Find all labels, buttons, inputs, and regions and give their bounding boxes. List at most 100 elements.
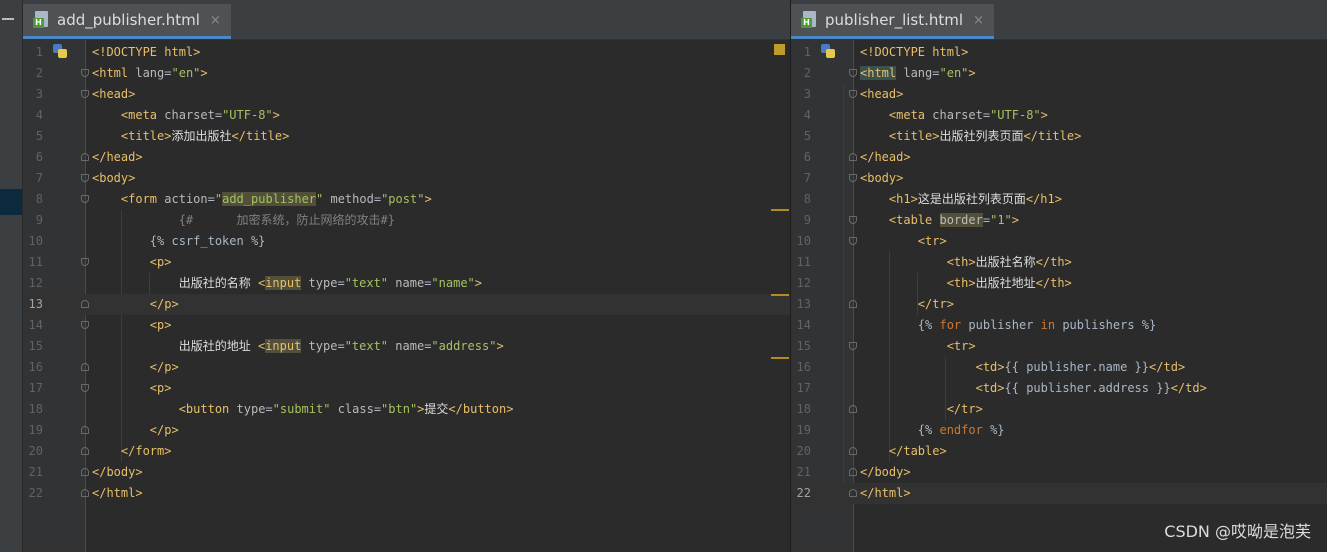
code-line[interactable]: 2 <html lang="en"> <box>23 63 790 84</box>
code-line[interactable]: 17 <td>{{ publisher.address }}</td> <box>791 378 1327 399</box>
code-line[interactable]: 21 </body> <box>791 462 1327 483</box>
code-line[interactable]: 11 <p> <box>23 252 790 273</box>
fold-marker-icon[interactable] <box>81 174 89 182</box>
fold-marker-icon[interactable] <box>81 447 89 455</box>
code-text: <td>{{ publisher.name }}</td> <box>975 360 1186 374</box>
python-template-icon[interactable] <box>53 44 67 58</box>
fold-marker-icon[interactable] <box>81 321 89 329</box>
code-line[interactable]: 15 出版社的地址 <input type="text" name="addre… <box>23 336 790 357</box>
code-line[interactable]: 3 <head> <box>23 84 790 105</box>
code-line[interactable]: 5 <title>添加出版社</title> <box>23 126 790 147</box>
fold-marker-icon[interactable] <box>81 489 89 497</box>
line-number: 10 <box>28 234 43 248</box>
code-line[interactable]: 2 <html lang="en"> <box>791 63 1327 84</box>
code-line[interactable]: 9 {# 加密系统，防止网络的攻击#} <box>23 210 790 231</box>
close-icon[interactable]: × <box>210 13 221 28</box>
code-line[interactable]: 6 </head> <box>791 147 1327 168</box>
code-line[interactable]: 17 <p> <box>23 378 790 399</box>
code-text: </form> <box>120 444 172 458</box>
code-line[interactable]: 1 <!DOCTYPE html> <box>23 42 790 63</box>
line-number: 16 <box>28 360 43 374</box>
fold-marker-icon[interactable] <box>849 468 857 476</box>
code-line[interactable]: 18 <button type="submit" class="btn">提交<… <box>23 399 790 420</box>
code-line[interactable]: 11 <th>出版社名称</th> <box>791 252 1327 273</box>
warning-marker[interactable] <box>771 357 789 359</box>
code-line[interactable]: 3 <head> <box>791 84 1327 105</box>
line-number: 13 <box>28 297 43 311</box>
tab-add-publisher[interactable]: H add_publisher.html × <box>23 4 231 39</box>
code-line[interactable]: 16 </p> <box>23 357 790 378</box>
fold-marker-icon[interactable] <box>81 90 89 98</box>
code-text: <p> <box>149 318 172 332</box>
warning-marker[interactable] <box>771 209 789 211</box>
fold-marker-icon[interactable] <box>849 69 857 77</box>
fold-marker-icon[interactable] <box>81 195 89 203</box>
tool-window-strip <box>0 0 23 552</box>
fold-marker-icon[interactable] <box>849 405 857 413</box>
code-text: <tr> <box>946 339 976 353</box>
code-line[interactable]: 7 <body> <box>23 168 790 189</box>
line-number: 22 <box>28 486 43 500</box>
fold-marker-icon[interactable] <box>849 447 857 455</box>
fold-marker-icon[interactable] <box>849 342 857 350</box>
fold-marker-icon[interactable] <box>81 153 89 161</box>
code-line[interactable]: 14 <p> <box>23 315 790 336</box>
right-code-editor[interactable]: 1 <!DOCTYPE html> 2 <html lang="en"> 3 <head>… <box>791 40 1327 552</box>
code-line[interactable]: 6 </head> <box>23 147 790 168</box>
fold-marker-icon[interactable] <box>849 216 857 224</box>
code-line[interactable]: 20 </table> <box>791 441 1327 462</box>
code-line[interactable]: 8 <h1>这是出版社列表页面</h1> <box>791 189 1327 210</box>
fold-marker-icon[interactable] <box>849 174 857 182</box>
code-line[interactable]: 12 出版社的名称 <input type="text" name="name"… <box>23 273 790 294</box>
code-line[interactable]: 7 <body> <box>791 168 1327 189</box>
code-line[interactable]: 18 </tr> <box>791 399 1327 420</box>
code-line[interactable]: 5 <title>出版社列表页面</title> <box>791 126 1327 147</box>
code-line[interactable]: 8 <form action="add_publisher" method="p… <box>23 189 790 210</box>
inspection-status-icon[interactable] <box>774 44 785 55</box>
fold-marker-icon[interactable] <box>81 426 89 434</box>
code-line[interactable]: 13 </tr> <box>791 294 1327 315</box>
code-line[interactable]: 4 <meta charset="UTF-8"> <box>23 105 790 126</box>
line-number: 12 <box>28 276 43 290</box>
fold-marker-icon[interactable] <box>81 258 89 266</box>
fold-marker-icon[interactable] <box>81 363 89 371</box>
code-line[interactable]: 13 </p> <box>23 294 790 315</box>
code-text: </body> <box>860 465 911 479</box>
code-line[interactable]: 1 <!DOCTYPE html> <box>791 42 1327 63</box>
line-number: 6 <box>803 150 811 164</box>
close-icon[interactable]: × <box>973 13 984 28</box>
fold-marker-icon[interactable] <box>849 300 857 308</box>
code-line[interactable]: 14 {% for publisher in publishers %} <box>791 315 1327 336</box>
fold-marker-icon[interactable] <box>849 153 857 161</box>
code-line[interactable]: 9 <table border="1"> <box>791 210 1327 231</box>
code-line[interactable]: 20 </form> <box>23 441 790 462</box>
left-code-editor[interactable]: 1 <!DOCTYPE html> 2 <html lang="en"> 3 <head>… <box>23 40 790 552</box>
code-text: <!DOCTYPE html> <box>92 45 201 59</box>
code-line[interactable]: 10 {% csrf_token %} <box>23 231 790 252</box>
code-line[interactable]: 15 <tr> <box>791 336 1327 357</box>
code-text: </html> <box>860 486 911 500</box>
fold-marker-icon[interactable] <box>849 489 857 497</box>
code-line[interactable]: 22 </html> <box>23 483 790 504</box>
code-line[interactable]: 21 </body> <box>23 462 790 483</box>
fold-marker-icon[interactable] <box>81 300 89 308</box>
minimize-icon[interactable] <box>2 18 14 20</box>
fold-marker-icon[interactable] <box>849 90 857 98</box>
python-template-icon[interactable] <box>821 44 835 58</box>
code-line[interactable]: 22 </html> <box>791 483 1327 504</box>
line-number: 22 <box>796 486 811 500</box>
code-line[interactable]: 4 <meta charset="UTF-8"> <box>791 105 1327 126</box>
fold-marker-icon[interactable] <box>81 468 89 476</box>
code-line[interactable]: 19 </p> <box>23 420 790 441</box>
code-line[interactable]: 16 <td>{{ publisher.name }}</td> <box>791 357 1327 378</box>
code-line[interactable]: 19 {% endfor %} <box>791 420 1327 441</box>
code-line[interactable]: 10 <tr> <box>791 231 1327 252</box>
fold-marker-icon[interactable] <box>81 69 89 77</box>
code-text: <th>出版社名称</th> <box>946 255 1072 269</box>
fold-marker-icon[interactable] <box>849 237 857 245</box>
warning-marker[interactable] <box>771 294 789 296</box>
fold-marker-icon[interactable] <box>81 384 89 392</box>
line-number: 20 <box>28 444 43 458</box>
code-line[interactable]: 12 <th>出版社地址</th> <box>791 273 1327 294</box>
tab-publisher-list[interactable]: H publisher_list.html × <box>791 4 994 39</box>
